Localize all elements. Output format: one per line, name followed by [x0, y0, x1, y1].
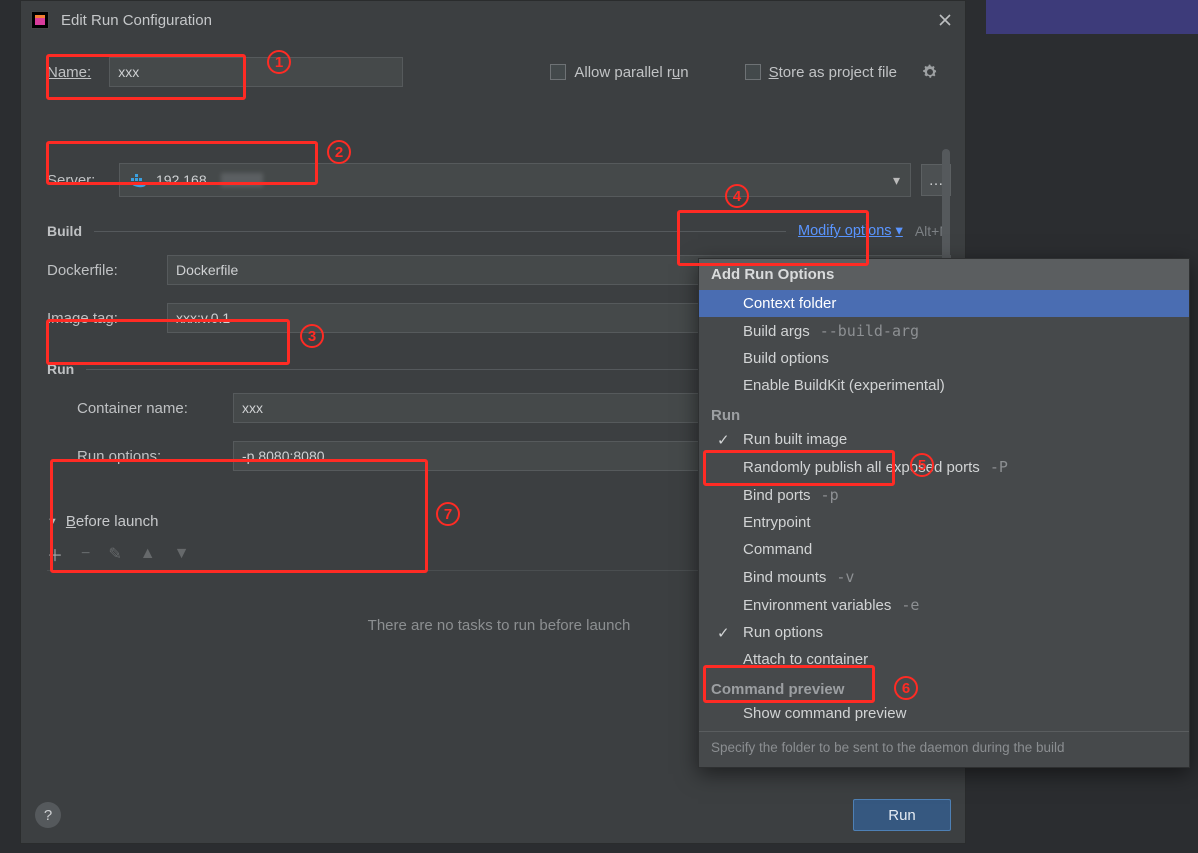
- popup-item-label: Entrypoint: [743, 514, 811, 531]
- popup-item-label: Show command preview: [743, 705, 906, 722]
- popup-item[interactable]: Environment variables -e: [699, 591, 1189, 619]
- popup-item-label: Attach to container: [743, 651, 868, 668]
- popup-item-label: Build options: [743, 350, 829, 367]
- close-button[interactable]: [935, 10, 955, 30]
- server-label: Server:: [47, 172, 109, 189]
- dockerfile-label: Dockerfile:: [47, 262, 167, 279]
- chevron-down-icon: ▾: [893, 172, 900, 189]
- background-header-strip: [986, 0, 1198, 34]
- gear-icon[interactable]: [921, 63, 939, 81]
- intellij-icon: [31, 11, 49, 29]
- add-run-options-popup: Add Run Options Context folder Build args…: [698, 258, 1190, 768]
- dialog-title: Edit Run Configuration: [61, 12, 212, 29]
- check-icon: ✓: [717, 624, 730, 642]
- popup-item[interactable]: ✓ Run built image: [699, 426, 1189, 453]
- popup-title: Add Run Options: [699, 259, 1189, 290]
- popup-item[interactable]: Context folder: [699, 290, 1189, 317]
- popup-item-hint: -P: [990, 458, 1008, 476]
- move-down-button[interactable]: ▼: [174, 545, 190, 563]
- dialog-footer: ? Run: [21, 787, 965, 843]
- before-launch-empty-text: There are no tasks to run before launch: [368, 617, 631, 634]
- popup-item[interactable]: Command: [699, 536, 1189, 563]
- popup-item-label: Command: [743, 541, 812, 558]
- server-value: 192.168.: [156, 172, 211, 188]
- popup-help-text: Specify the folder to be sent to the dae…: [699, 731, 1189, 761]
- popup-item-hint: -e: [901, 596, 919, 614]
- run-options-label: Run options:: [77, 448, 233, 465]
- remove-task-button[interactable]: −: [81, 545, 90, 563]
- popup-item-label: Randomly publish all exposed ports: [743, 459, 980, 476]
- modify-options-link[interactable]: Modify options ▾: [798, 223, 903, 239]
- popup-item-hint: -v: [836, 568, 854, 586]
- build-section-header: Build Modify options ▾ Alt+M: [47, 223, 951, 239]
- add-task-button[interactable]: ＋: [47, 542, 63, 566]
- popup-item[interactable]: Enable BuildKit (experimental): [699, 372, 1189, 399]
- store-as-project-file-checkbox[interactable]: Store as project file: [745, 64, 897, 81]
- popup-item[interactable]: Entrypoint: [699, 509, 1189, 536]
- popup-run-section: Run: [699, 399, 1189, 426]
- container-name-label: Container name:: [77, 400, 233, 417]
- chevron-down-icon: ▾: [896, 223, 903, 239]
- popup-item-label: Run built image: [743, 431, 847, 448]
- popup-item[interactable]: Attach to container: [699, 646, 1189, 673]
- popup-item-label: Bind ports: [743, 487, 811, 504]
- popup-item-label: Run options: [743, 624, 823, 641]
- redacted-ip: [221, 173, 263, 187]
- help-button[interactable]: ?: [35, 802, 61, 828]
- popup-item-hint: -p: [821, 486, 839, 504]
- server-select[interactable]: 192.168. ▾: [119, 163, 911, 197]
- dialog-titlebar: Edit Run Configuration: [21, 1, 965, 39]
- popup-item-label: Context folder: [743, 295, 836, 312]
- popup-item-hint: --build-arg: [820, 322, 919, 340]
- move-up-button[interactable]: ▲: [140, 545, 156, 563]
- popup-item-label: Build args: [743, 323, 810, 340]
- popup-item[interactable]: Randomly publish all exposed ports -P: [699, 453, 1189, 481]
- popup-item[interactable]: Build args --build-arg: [699, 317, 1189, 345]
- run-heading: Run: [47, 361, 74, 377]
- triangle-down-icon: ▼: [47, 516, 58, 528]
- popup-preview-section: Command preview: [699, 673, 1189, 700]
- image-tag-label: Image tag:: [47, 310, 167, 327]
- allow-parallel-run-checkbox[interactable]: Allow parallel run: [550, 64, 688, 81]
- name-label: Name:: [47, 64, 91, 81]
- popup-item-label: Enable BuildKit (experimental): [743, 377, 945, 394]
- popup-item[interactable]: Bind mounts -v: [699, 563, 1189, 591]
- popup-item-label: Environment variables: [743, 597, 891, 614]
- name-input[interactable]: [109, 57, 403, 87]
- docker-icon: [130, 174, 146, 186]
- build-heading: Build: [47, 223, 82, 239]
- popup-item[interactable]: Build options: [699, 345, 1189, 372]
- edit-task-button[interactable]: ✎: [108, 544, 121, 564]
- popup-item[interactable]: Bind ports -p: [699, 481, 1189, 509]
- check-icon: ✓: [717, 431, 730, 449]
- popup-item[interactable]: ✓ Run options: [699, 619, 1189, 646]
- run-button[interactable]: Run: [853, 799, 951, 831]
- popup-item-label: Bind mounts: [743, 569, 826, 586]
- popup-item[interactable]: Show command preview: [699, 700, 1189, 727]
